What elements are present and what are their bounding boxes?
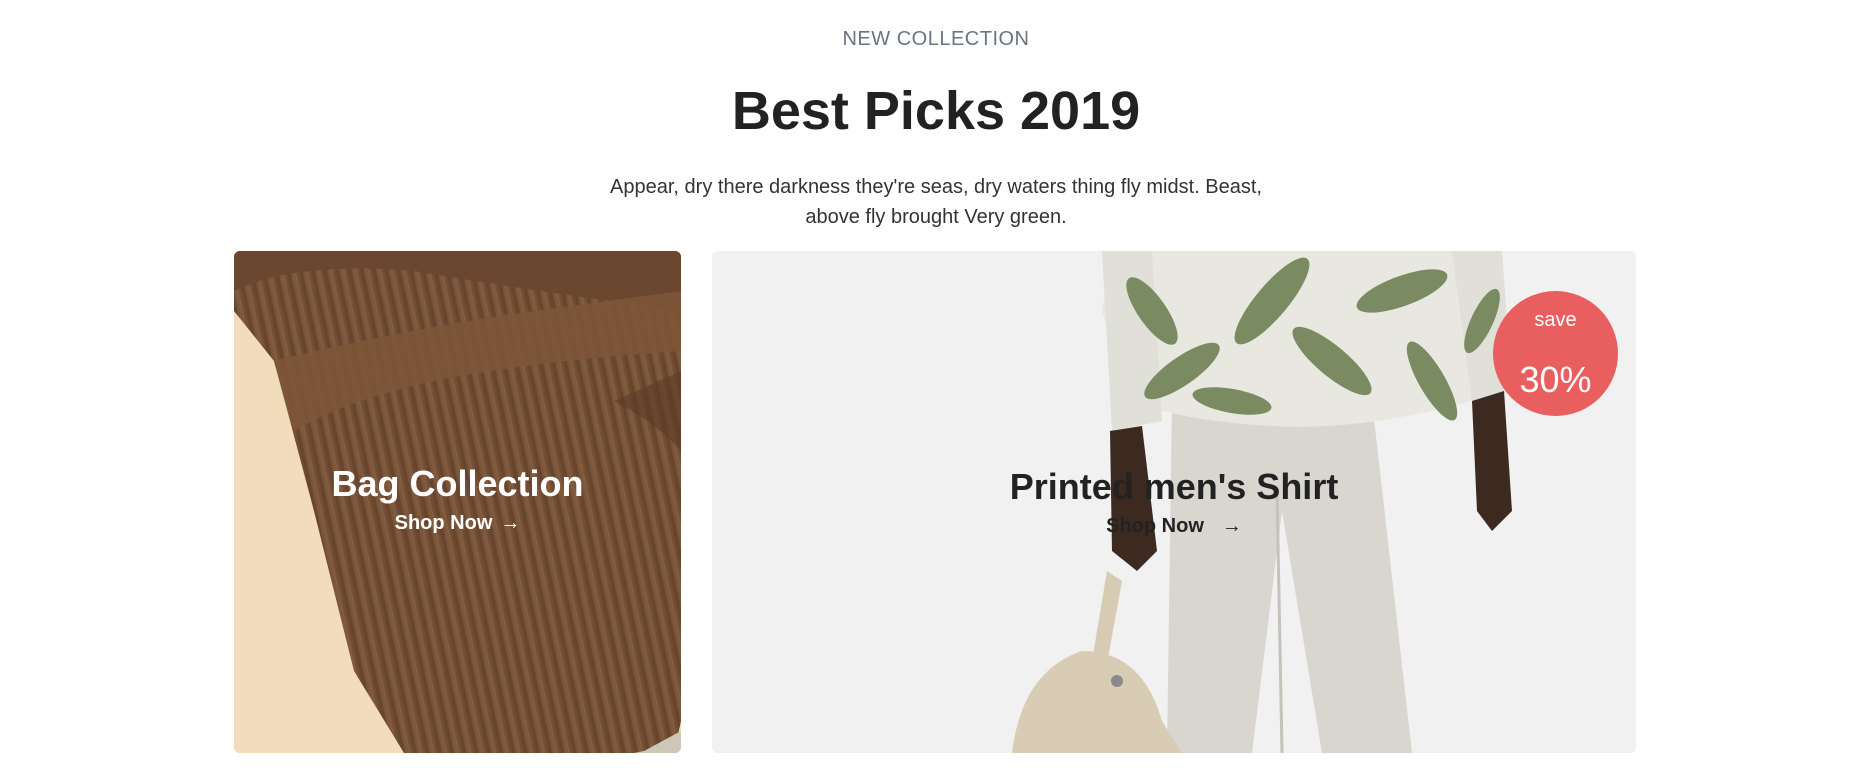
discount-badge-label: save bbox=[1534, 309, 1577, 331]
shop-now-label: Shop Now bbox=[1106, 515, 1204, 537]
printed-shirt-card[interactable]: save 30% Printed men's Shirt Shop Now → bbox=[712, 251, 1636, 753]
arrow-right-icon: → bbox=[1221, 515, 1242, 537]
shop-now-link[interactable]: Shop Now → bbox=[1106, 515, 1242, 538]
bag-collection-card[interactable]: Bag Collection Shop Now → bbox=[234, 251, 681, 753]
section-subtitle: Appear, dry there darkness they're seas,… bbox=[610, 176, 1262, 228]
shop-now-link[interactable]: Shop Now → bbox=[395, 512, 521, 535]
discount-badge: save 30% bbox=[1493, 291, 1618, 416]
card-title: Printed men's Shirt bbox=[1009, 466, 1339, 507]
shop-now-label: Shop Now bbox=[394, 512, 493, 534]
arrow-right-icon: → bbox=[500, 512, 521, 534]
section-eyebrow: NEW COLLECTION bbox=[842, 28, 1030, 50]
discount-badge-value: 30% bbox=[1519, 359, 1592, 400]
section-title: Best Picks 2019 bbox=[731, 81, 1141, 141]
bag-collection-caption: Bag Collection Shop Now → bbox=[234, 464, 681, 535]
card-title: Bag Collection bbox=[331, 463, 584, 504]
printed-shirt-caption: Printed men's Shirt Shop Now → bbox=[712, 467, 1636, 538]
